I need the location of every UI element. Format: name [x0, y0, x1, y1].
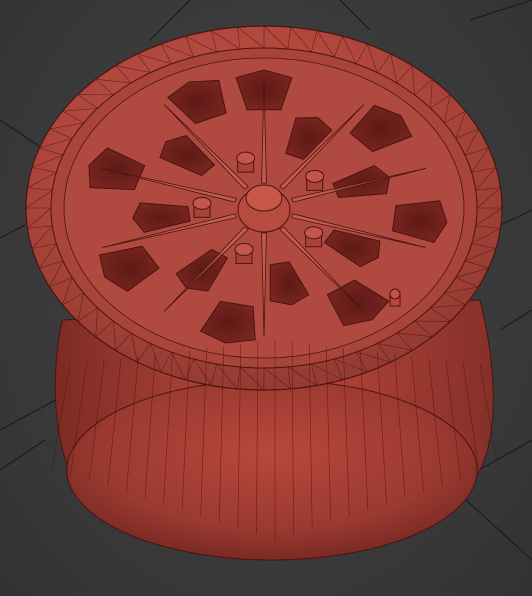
lug-nut[interactable] [236, 151, 256, 173]
viewport-scene[interactable] [0, 0, 532, 596]
lug-nut[interactable] [305, 169, 325, 191]
lug-nut[interactable] [304, 226, 324, 248]
3d-viewport[interactable] [0, 0, 532, 596]
valve-stem [389, 288, 401, 307]
lug-nut[interactable] [192, 196, 212, 218]
lug-nut[interactable] [234, 242, 254, 264]
